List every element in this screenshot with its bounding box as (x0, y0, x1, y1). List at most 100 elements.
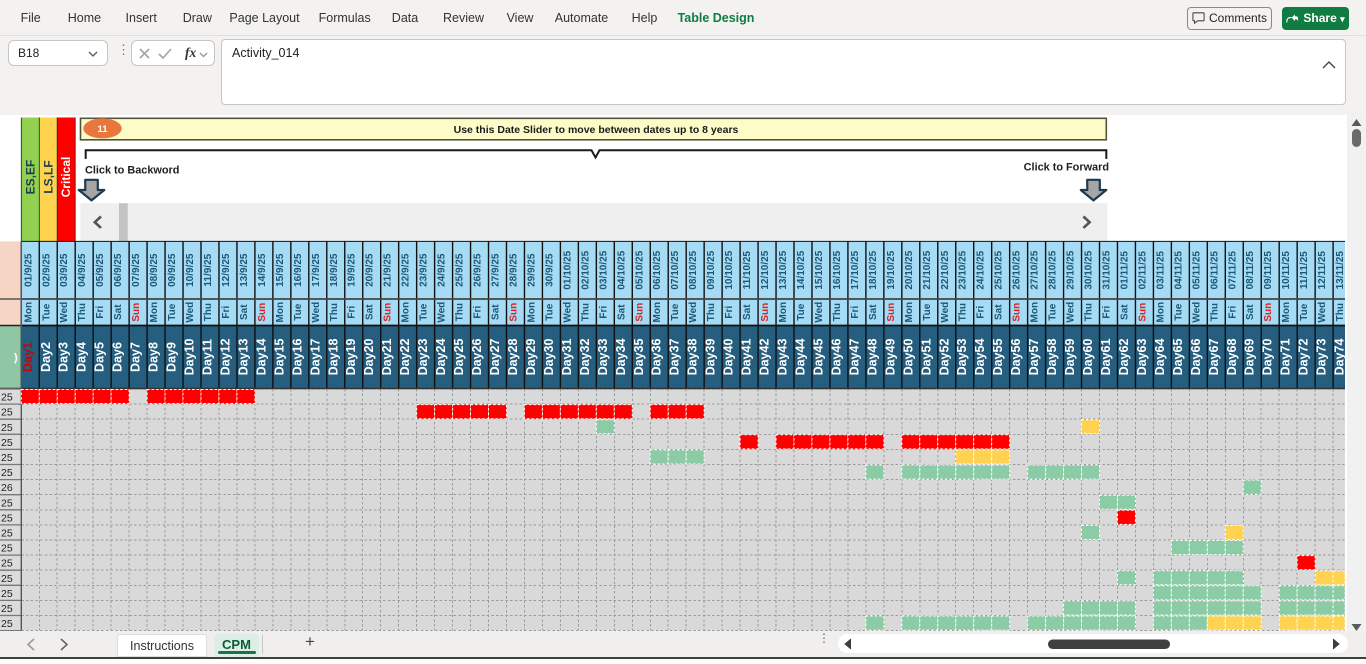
svg-text:Day57: Day57 (1027, 339, 1041, 376)
svg-text:Sat: Sat (239, 304, 250, 320)
svg-text:Day46: Day46 (829, 339, 843, 376)
svg-text:Sat: Sat (1120, 304, 1131, 320)
svg-text:17/9/25: 17/9/25 (311, 253, 322, 287)
svg-text:Day12: Day12 (219, 339, 233, 376)
svg-text:LS,LF: LS,LF (41, 160, 55, 193)
svg-text:Wed: Wed (688, 302, 699, 323)
svg-text:16/9/25: 16/9/25 (293, 253, 304, 287)
svg-text:Fri: Fri (598, 306, 609, 319)
svg-text:Day3: Day3 (57, 342, 71, 372)
svg-text:Wed: Wed (59, 302, 70, 323)
svg-text:Sun: Sun (760, 303, 771, 322)
svg-text:05/10/25: 05/10/25 (634, 250, 645, 289)
svg-text:Day26: Day26 (470, 339, 484, 376)
svg-text:Thu: Thu (706, 303, 717, 321)
svg-text:11/10/25: 11/10/25 (742, 251, 753, 290)
svg-text:Day49: Day49 (883, 339, 897, 376)
svg-text:Wed: Wed (1317, 302, 1328, 323)
svg-text:15/10/25: 15/10/25 (814, 250, 825, 289)
svg-text:25: 25 (1, 407, 13, 419)
svg-text:10/11/25: 10/11/25 (1281, 251, 1292, 290)
svg-text:Day38: Day38 (686, 339, 700, 376)
svg-text:Thu: Thu (329, 303, 340, 321)
svg-text:Day53: Day53 (955, 339, 969, 376)
svg-text:Sun: Sun (1137, 303, 1148, 322)
svg-text:28/9/25: 28/9/25 (509, 253, 520, 287)
svg-text:02/9/25: 02/9/25 (41, 253, 52, 287)
svg-text:Mon: Mon (401, 302, 412, 323)
svg-text:20/9/25: 20/9/25 (365, 253, 376, 287)
svg-text:Day68: Day68 (1225, 339, 1239, 376)
svg-text:05/9/25: 05/9/25 (95, 253, 106, 287)
svg-text:Mon: Mon (652, 302, 663, 323)
svg-text:Day9: Day9 (165, 342, 179, 372)
svg-text:Tue: Tue (1173, 303, 1184, 320)
svg-text:06/11/25: 06/11/25 (1209, 251, 1220, 290)
svg-text:25/10/25: 25/10/25 (994, 250, 1005, 289)
svg-text:Day50: Day50 (901, 339, 915, 376)
svg-text:08/9/25: 08/9/25 (149, 253, 160, 287)
svg-text:Day23: Day23 (416, 339, 430, 376)
svg-text:Day30: Day30 (542, 339, 556, 376)
svg-text:12/9/25: 12/9/25 (221, 253, 232, 287)
svg-text:Day55: Day55 (991, 339, 1005, 376)
svg-text:Day17: Day17 (308, 339, 322, 376)
svg-text:04/9/25: 04/9/25 (77, 253, 88, 287)
svg-text:Day32: Day32 (578, 339, 592, 376)
svg-text:24/10/25: 24/10/25 (976, 250, 987, 289)
svg-text:Wed: Wed (814, 302, 825, 323)
svg-text:Day58: Day58 (1045, 339, 1059, 376)
svg-text:Fri: Fri (976, 306, 987, 319)
svg-text:Day44: Day44 (794, 339, 808, 376)
svg-text:Sun: Sun (131, 303, 142, 322)
svg-text:Tue: Tue (544, 303, 555, 320)
svg-text:Day39: Day39 (704, 339, 718, 376)
svg-text:Use this Date Slider to move b: Use this Date Slider to move between dat… (454, 124, 739, 136)
svg-text:Day14: Day14 (254, 339, 268, 376)
svg-text:Day36: Day36 (650, 339, 664, 376)
svg-text:31/10/25: 31/10/25 (1102, 250, 1113, 289)
svg-text:Fri: Fri (473, 306, 484, 319)
svg-text:01/9/25: 01/9/25 (23, 253, 34, 287)
svg-text:14/9/25: 14/9/25 (257, 253, 268, 287)
svg-text:21/9/25: 21/9/25 (383, 253, 394, 287)
svg-text:02/11/25: 02/11/25 (1137, 251, 1148, 290)
svg-text:Day72: Day72 (1297, 339, 1311, 376)
svg-text:Day20: Day20 (362, 339, 376, 376)
svg-text:19/10/25: 19/10/25 (886, 250, 897, 289)
svg-text:Day34: Day34 (614, 339, 628, 376)
svg-text:Day66: Day66 (1189, 339, 1203, 376)
svg-text:Day2: Day2 (39, 342, 53, 372)
svg-text:ES,EF: ES,EF (23, 160, 37, 195)
svg-text:Fri: Fri (95, 306, 106, 319)
svg-text:Wed: Wed (1191, 302, 1202, 323)
svg-text:Sun: Sun (509, 303, 520, 322)
svg-text:Day25: Day25 (452, 339, 466, 376)
svg-text:23/9/25: 23/9/25 (419, 253, 430, 287)
svg-text:Click to Forward: Click to Forward (1024, 162, 1109, 174)
svg-text:25: 25 (1, 422, 13, 434)
svg-text:09/10/25: 09/10/25 (706, 250, 717, 289)
svg-text:Sun: Sun (1012, 303, 1023, 322)
svg-text:20/10/25: 20/10/25 (904, 250, 915, 289)
svg-text:22/10/25: 22/10/25 (940, 250, 951, 289)
svg-text:Wed: Wed (562, 302, 573, 323)
svg-text:Sun: Sun (634, 303, 645, 322)
svg-text:11/11/25: 11/11/25 (1299, 251, 1310, 289)
svg-text:Thu: Thu (1209, 303, 1220, 321)
svg-text:Day22: Day22 (398, 339, 412, 376)
svg-text:05/11/25: 05/11/25 (1191, 251, 1202, 290)
svg-text:25: 25 (1, 528, 13, 540)
svg-text:Day21: Day21 (380, 339, 394, 376)
svg-text:Mon: Mon (904, 302, 915, 323)
svg-text:Day70: Day70 (1261, 339, 1275, 376)
svg-text:Day18: Day18 (326, 339, 340, 376)
svg-text:Day74: Day74 (1333, 339, 1347, 376)
svg-text:Fri: Fri (1227, 306, 1238, 319)
svg-text:Day45: Day45 (812, 339, 826, 376)
svg-text:11/9/25: 11/9/25 (203, 253, 214, 286)
svg-text:26/9/25: 26/9/25 (473, 253, 484, 287)
svg-text:25/9/25: 25/9/25 (455, 253, 466, 287)
svg-text:12/11/25: 12/11/25 (1317, 251, 1328, 290)
svg-text:Day43: Day43 (776, 339, 790, 376)
